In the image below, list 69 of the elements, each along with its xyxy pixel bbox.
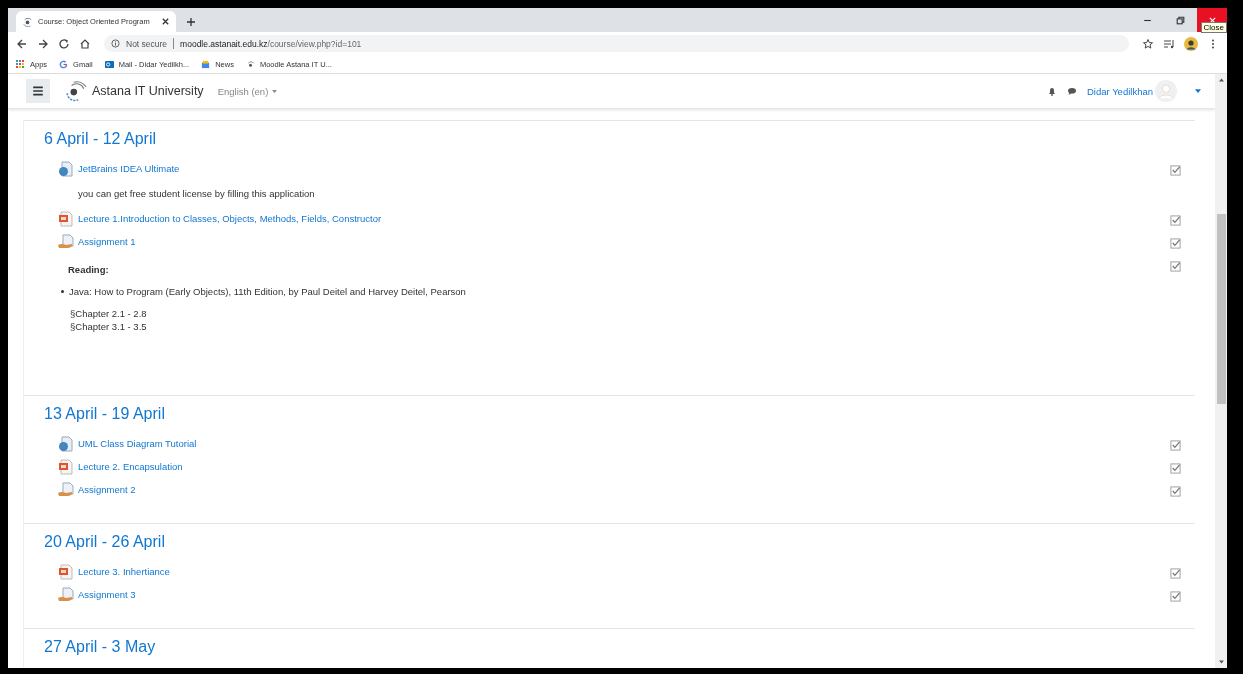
presentation-file-icon <box>58 458 74 475</box>
completion-checkbox[interactable] <box>1170 486 1181 497</box>
address-bar[interactable]: Not secure moodle.astanait.edu.kz/course/view.php?id=101 <box>104 35 1129 52</box>
google-icon <box>59 59 69 69</box>
activity-description: you can get free student license by filling this application <box>77 188 315 199</box>
user-menu[interactable]: Didar Yedilkhan <box>1086 85 1153 97</box>
presentation-file-icon <box>58 210 74 227</box>
scroll-up-icon[interactable] <box>1218 78 1224 82</box>
chapter-reference: §Chapter 3.1 - 3.5 <box>70 320 148 333</box>
assignment-hand-icon <box>58 233 74 250</box>
assignment-hand-icon <box>58 586 74 603</box>
completion-checkbox[interactable] <box>1170 440 1181 451</box>
completion-checkbox[interactable] <box>1170 261 1181 272</box>
apps-grid-icon <box>16 59 25 69</box>
forward-icon[interactable] <box>37 37 49 50</box>
new-tab-icon[interactable] <box>186 17 196 27</box>
scrollbar-thumb[interactable] <box>1216 214 1226 404</box>
chat-bubble-icon[interactable] <box>1066 86 1077 96</box>
activity-link[interactable]: Lecture 2. Encapsulation <box>78 461 183 472</box>
info-icon <box>111 39 120 48</box>
restore-icon[interactable] <box>1175 15 1186 26</box>
web-page-icon <box>58 435 74 452</box>
activity-link[interactable]: Lecture 1.Introduction to Classes, Objects, Methods, Fields, Constructor <box>78 213 382 224</box>
news-icon <box>201 59 211 69</box>
star-icon[interactable] <box>1142 37 1154 50</box>
moodle-logo-icon <box>22 16 33 27</box>
book-reference: Java: How to Program (Early Objects), 11th Edition, by Paul Deitel and Harvey Deitel, Pearson <box>69 286 466 297</box>
tooltip: Close <box>1200 22 1227 33</box>
mail-app-icon <box>104 59 114 69</box>
web-page-icon <box>58 160 74 177</box>
activity-link[interactable]: Lecture 3. Inhertiance <box>78 566 170 577</box>
url-text: moodle.astanait.edu.kz/course/view.php?id=101 <box>180 38 362 49</box>
presentation-file-icon <box>58 563 74 580</box>
back-icon[interactable] <box>16 37 28 50</box>
home-icon[interactable] <box>79 37 91 50</box>
security-label: Not secure <box>126 38 168 49</box>
activity-link[interactable]: UML Class Diagram Tutorial <box>78 438 197 449</box>
completion-checkbox[interactable] <box>1170 165 1181 176</box>
activity-link[interactable]: Assignment 2 <box>78 484 136 495</box>
reload-icon[interactable] <box>58 37 70 50</box>
section-title[interactable]: 6 April - 12 April <box>44 130 1181 148</box>
section-title[interactable]: 13 April - 19 April <box>44 405 1181 423</box>
language-menu[interactable]: English (en) <box>217 85 278 97</box>
completion-checkbox[interactable] <box>1170 463 1181 474</box>
completion-checkbox[interactable] <box>1170 238 1181 249</box>
assignment-hand-icon <box>58 481 74 498</box>
chapter-reference: §Chapter 2.1 - 2.8 <box>70 307 148 320</box>
menu-icon[interactable] <box>23 79 53 103</box>
playlist-icon[interactable] <box>1163 37 1175 50</box>
moodle-logo-icon <box>245 59 255 69</box>
site-name[interactable]: Astana IT University <box>92 84 204 98</box>
activity-link[interactable]: Assignment 3 <box>78 589 136 600</box>
bell-icon[interactable] <box>1046 86 1057 96</box>
completion-checkbox[interactable] <box>1170 591 1181 602</box>
section-title[interactable]: 20 April - 26 April <box>44 533 1181 551</box>
scrollbar[interactable] <box>1215 74 1227 668</box>
activity-link[interactable]: JetBrains IDEA Ultimate <box>78 163 180 174</box>
profile-avatar-icon[interactable] <box>1184 36 1198 51</box>
activity-link[interactable]: Assignment 1 <box>78 236 136 247</box>
close-tab-icon[interactable] <box>161 17 170 26</box>
scroll-down-icon[interactable] <box>1218 660 1224 664</box>
reading-heading: Reading: <box>68 264 110 275</box>
bullet-icon <box>61 290 64 293</box>
completion-checkbox[interactable] <box>1170 215 1181 226</box>
section-title[interactable]: 27 April - 3 May <box>44 638 1181 656</box>
caret-icon <box>272 89 278 93</box>
university-logo-icon[interactable] <box>65 80 87 102</box>
completion-checkbox[interactable] <box>1170 568 1181 579</box>
caret-icon[interactable] <box>1195 89 1201 93</box>
